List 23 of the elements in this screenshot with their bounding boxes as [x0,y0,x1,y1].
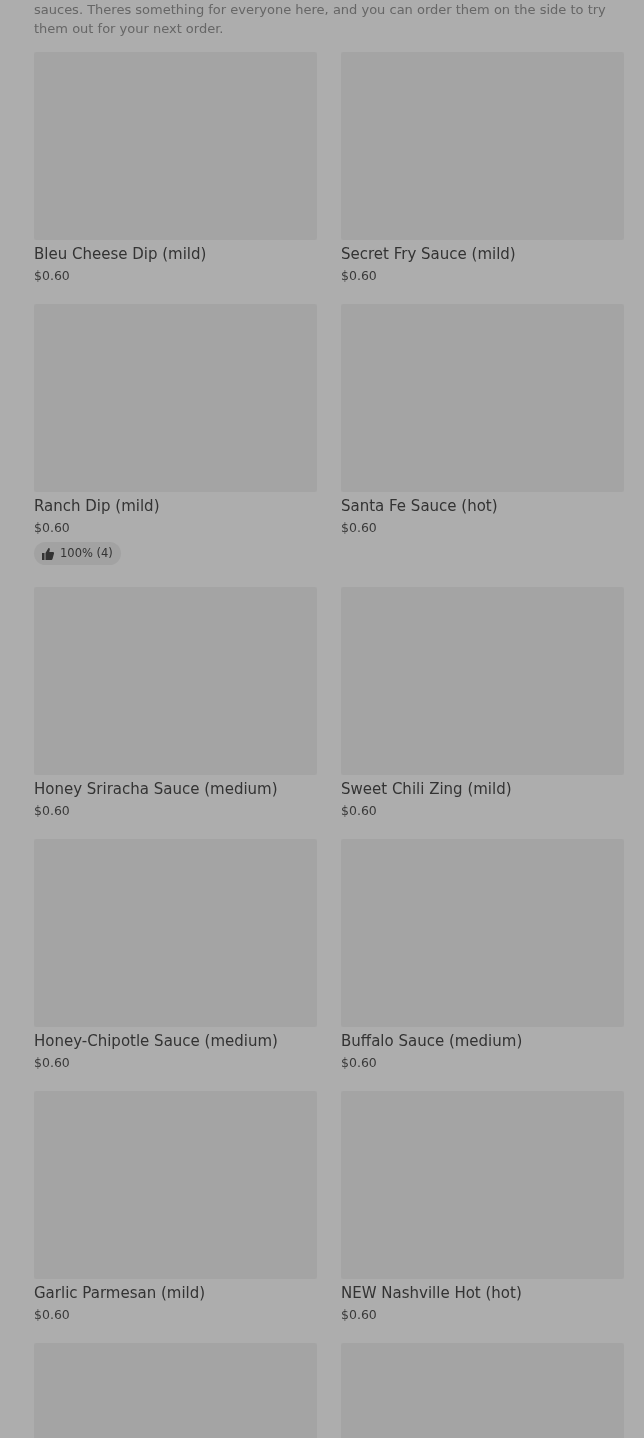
item-name[interactable]: Bleu Cheese Dip (mild) [34,245,317,263]
description: sauces. Theres something for everyone here, and you can order them on the side to try them out for your next order. [34,1,607,38]
item-price: $0.60 [34,268,71,284]
item-price: $0.60 [34,1306,71,1323]
item-name[interactable]: Garlic Parmesan (mild) [34,1283,317,1302]
item-price: $0.60 [34,520,71,536]
item-name[interactable]: Ranch Dip (mild) [34,497,317,515]
item-name[interactable]: Buffalo Sauce (medium) [341,1031,624,1050]
item-price: $0.60 [341,520,378,536]
item-price: $0.60 [34,1054,71,1071]
item-price: $0.60 [341,1054,378,1071]
item-price: $0.60 [341,268,378,284]
item-price: $0.60 [341,1306,378,1323]
thumbs-up-icon [42,547,54,560]
item-price: $0.60 [34,802,71,819]
item-name[interactable]: Secret Fry Sauce (mild) [341,245,624,263]
item-name[interactable]: Sweet Chili Zing (mild) [341,779,624,798]
rating-badge: 100% (4) [34,542,121,566]
item-name[interactable]: Santa Fe Sauce (hot) [341,497,624,515]
item-name[interactable]: Honey Sriracha Sauce (medium) [34,779,317,798]
item-name[interactable]: Honey-Chipotle Sauce (medium) [34,1031,317,1050]
item-name[interactable]: NEW Nashville Hot (hot) [341,1283,624,1302]
item-price: $0.60 [341,802,378,819]
